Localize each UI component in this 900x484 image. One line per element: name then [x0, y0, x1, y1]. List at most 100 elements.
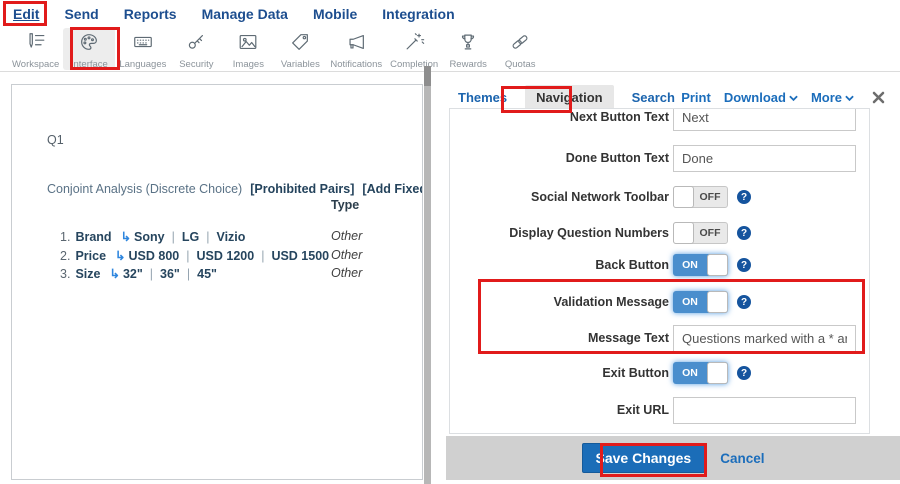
help-icon[interactable]: ? [737, 258, 751, 272]
level[interactable]: USD 1500 [271, 249, 329, 263]
attribute-name[interactable]: Size [75, 267, 100, 281]
next-button-text-input[interactable] [673, 108, 856, 131]
row-type: Other [331, 266, 362, 280]
help-icon[interactable]: ? [737, 190, 751, 204]
top-nav: Edit Send Reports Manage Data Mobile Int… [0, 0, 900, 28]
scrollbar-thumb[interactable] [424, 66, 431, 86]
message-text-input[interactable] [673, 325, 856, 352]
field-label: Done Button Text [450, 151, 669, 165]
row-number: 3. [47, 267, 70, 281]
question-type-line: Conjoint Analysis (Discrete Choice) [Pro… [47, 182, 422, 196]
attribute-name[interactable]: Price [75, 249, 106, 263]
download-link[interactable]: Download [724, 90, 798, 105]
field-label: Message Text [450, 331, 669, 345]
navigation-settings-form: Next Button Text Done Button Text Social… [449, 108, 870, 434]
toolbar-item-workspace[interactable]: Workspace [8, 28, 63, 70]
toolbar-item-label: Images [233, 59, 264, 70]
toggle-state-label: OFF [693, 187, 727, 207]
display-question-numbers-toggle[interactable]: OFF [673, 222, 728, 244]
help-icon[interactable]: ? [737, 226, 751, 240]
conjoint-row: 3.Size↳32"|36"|45" Other [47, 266, 422, 285]
images-icon [237, 31, 259, 58]
prohibited-pairs-link[interactable]: [Prohibited Pairs] [250, 182, 354, 196]
back-button-toggle[interactable]: ON [673, 254, 728, 276]
settings-tabs: Themes Navigation Search [458, 85, 675, 110]
level[interactable]: 45" [197, 267, 217, 281]
toolbar-item-languages[interactable]: Languages [115, 28, 170, 70]
toggle-knob [707, 254, 728, 276]
nav-mobile[interactable]: Mobile [313, 6, 357, 22]
toolbar-item-label: Notifications [330, 59, 382, 70]
help-icon[interactable]: ? [737, 366, 751, 380]
arrow-icon: ↳ [109, 267, 119, 281]
exit-button-toggle[interactable]: ON [673, 362, 728, 384]
completion-icon [403, 31, 425, 58]
edit-toolbar: Workspace Interface Languages Security I… [0, 28, 900, 72]
nav-manage-data[interactable]: Manage Data [202, 6, 288, 22]
level[interactable]: Vizio [216, 230, 245, 244]
panel-scrollbar[interactable] [424, 72, 431, 484]
toolbar-item-completion[interactable]: Completion [386, 28, 442, 70]
row-type: Other [331, 229, 362, 243]
validation-message-toggle[interactable]: ON [673, 291, 728, 313]
level[interactable]: 36" [160, 267, 180, 281]
languages-icon [132, 31, 154, 58]
field-label: Social Network Toolbar [450, 190, 669, 204]
toolbar-item-label: Rewards [449, 59, 487, 70]
panel-actions: Print Download More [681, 90, 886, 105]
toolbar-item-notifications[interactable]: Notifications [326, 28, 386, 70]
toolbar-item-label: Variables [281, 59, 320, 70]
toolbar-item-security[interactable]: Security [170, 28, 222, 70]
level[interactable]: USD 800 [129, 249, 180, 263]
close-icon[interactable] [871, 90, 886, 105]
level[interactable]: LG [182, 230, 199, 244]
panel-footer: Save Changes Cancel [446, 436, 900, 480]
social-network-toolbar-toggle[interactable]: OFF [673, 186, 728, 208]
field-label: Display Question Numbers [450, 226, 669, 240]
field-label: Next Button Text [450, 110, 669, 124]
toggle-knob [673, 222, 694, 244]
question-code: Q1 [47, 133, 64, 147]
print-link[interactable]: Print [681, 90, 711, 105]
chevron-down-icon [845, 90, 854, 105]
toolbar-item-images[interactable]: Images [222, 28, 274, 70]
level[interactable]: USD 1200 [197, 249, 255, 263]
nav-edit[interactable]: Edit [13, 6, 39, 22]
tab-themes[interactable]: Themes [458, 90, 507, 105]
row-number: 1. [47, 230, 70, 244]
attribute-name[interactable]: Brand [75, 230, 111, 244]
toolbar-item-label: Languages [119, 59, 166, 70]
toolbar-item-label: Workspace [12, 59, 59, 70]
toolbar-item-interface[interactable]: Interface [63, 28, 115, 70]
toolbar-item-rewards[interactable]: Rewards [442, 28, 494, 70]
toggle-state-label: OFF [693, 223, 727, 243]
question-type-label: Conjoint Analysis (Discrete Choice) [47, 182, 242, 196]
add-fixed-tasks-link[interactable]: [Add Fixed Tasks [362, 182, 422, 196]
done-button-text-input[interactable] [673, 145, 856, 172]
level[interactable]: 32" [123, 267, 143, 281]
toggle-state-label: ON [673, 291, 707, 313]
form-row-message-text: Message Text [450, 324, 869, 352]
row-type: Other [331, 248, 362, 262]
arrow-icon: ↳ [115, 249, 125, 263]
tab-navigation[interactable]: Navigation [525, 85, 613, 110]
quotas-icon [509, 31, 531, 58]
save-changes-button[interactable]: Save Changes [582, 443, 706, 473]
help-icon[interactable]: ? [737, 295, 751, 309]
nav-integration[interactable]: Integration [382, 6, 454, 22]
toolbar-item-quotas[interactable]: Quotas [494, 28, 546, 70]
nav-reports[interactable]: Reports [124, 6, 177, 22]
cancel-link[interactable]: Cancel [720, 451, 764, 466]
level[interactable]: Sony [134, 230, 165, 244]
field-label: Back Button [450, 258, 669, 272]
toggle-state-label: ON [673, 254, 707, 276]
form-row-social-network-toolbar: Social Network Toolbar OFF ? [450, 183, 869, 211]
exit-url-input[interactable] [673, 397, 856, 424]
tab-search[interactable]: Search [632, 90, 675, 105]
more-link[interactable]: More [811, 90, 854, 105]
nav-send[interactable]: Send [64, 6, 98, 22]
form-row-next-button-text: Next Button Text [450, 108, 869, 131]
toolbar-item-label: Security [179, 59, 213, 70]
toolbar-item-variables[interactable]: Variables [274, 28, 326, 70]
form-row-validation-message: Validation Message ON ? [450, 288, 869, 316]
